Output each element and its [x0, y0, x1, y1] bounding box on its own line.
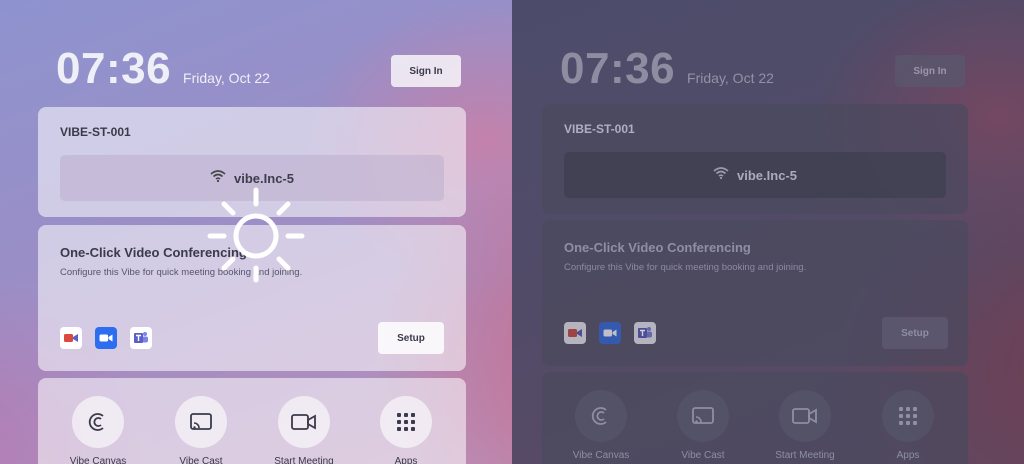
app-start-meeting[interactable]: Start Meeting	[264, 396, 344, 464]
wifi-icon	[210, 169, 226, 187]
app-apps[interactable]: Apps	[868, 390, 948, 461]
teams-rooms-icon	[60, 327, 82, 349]
clock: 07:36 Friday, Oct 22	[560, 44, 774, 94]
cast-icon	[175, 396, 227, 448]
video-conferencing-card: One-Click Video Conferencing Configure t…	[542, 220, 968, 366]
cast-icon	[677, 390, 729, 442]
device-name: VIBE-ST-001	[564, 122, 635, 136]
light-mode-panel: 07:36 Friday, Oct 22 Sign In VIBE-ST-001…	[0, 0, 512, 464]
dark-mode-panel: 07:36 Friday, Oct 22 Sign In VIBE-ST-001…	[512, 0, 1024, 464]
clock-time: 07:36	[560, 44, 676, 93]
teams-rooms-icon	[564, 322, 586, 344]
app-apps[interactable]: Apps	[366, 396, 446, 464]
vibe-canvas-icon	[575, 390, 627, 442]
clock-date: Friday, Oct 22	[687, 70, 774, 86]
zoom-icon	[599, 322, 621, 344]
app-label: Start Meeting	[775, 450, 835, 461]
conferencing-description: Configure this Vibe for quick meeting bo…	[564, 262, 807, 273]
zoom-icon	[95, 327, 117, 349]
wifi-network-name: vibe.Inc-5	[234, 170, 294, 186]
app-vibe-cast[interactable]: Vibe Cast	[663, 390, 743, 461]
apps-grid-icon	[380, 396, 432, 448]
device-name: VIBE-ST-001	[60, 125, 131, 139]
app-vibe-canvas[interactable]: Vibe Canvas	[561, 390, 641, 461]
video-camera-icon	[779, 390, 831, 442]
app-vibe-canvas[interactable]: Vibe Canvas	[58, 396, 138, 464]
wifi-network-bar[interactable]: vibe.Inc-5	[564, 152, 946, 198]
teams-icon	[634, 322, 656, 344]
app-label: Apps	[896, 450, 920, 461]
setup-button[interactable]: Setup	[882, 317, 948, 349]
device-card: VIBE-ST-001 vibe.Inc-5	[542, 104, 968, 214]
app-vibe-cast[interactable]: Vibe Cast	[161, 396, 241, 464]
conferencing-app-icons	[564, 322, 656, 344]
sun-icon	[206, 186, 306, 291]
clock-date: Friday, Oct 22	[183, 70, 270, 86]
quick-apps-card: Vibe Canvas Vibe Cast Start Meeting Apps	[542, 372, 968, 464]
app-label: Vibe Canvas	[572, 450, 630, 461]
conferencing-app-icons	[60, 327, 152, 349]
sign-in-button[interactable]: Sign In	[391, 55, 461, 87]
vibe-canvas-icon	[72, 396, 124, 448]
quick-apps-card: Vibe Canvas Vibe Cast Start Meeting Apps	[38, 378, 466, 464]
clock: 07:36 Friday, Oct 22	[56, 44, 270, 94]
app-label: Vibe Cast	[179, 456, 223, 464]
wifi-network-name: vibe.Inc-5	[737, 167, 797, 183]
app-start-meeting[interactable]: Start Meeting	[765, 390, 845, 461]
sign-in-button[interactable]: Sign In	[895, 55, 965, 87]
clock-time: 07:36	[56, 44, 172, 93]
conferencing-title: One-Click Video Conferencing	[564, 240, 751, 255]
setup-button[interactable]: Setup	[378, 322, 444, 354]
app-label: Vibe Cast	[681, 450, 725, 461]
wifi-icon	[713, 166, 729, 184]
apps-grid-icon	[882, 390, 934, 442]
app-label: Vibe Canvas	[69, 456, 127, 464]
app-label: Start Meeting	[274, 456, 334, 464]
app-label: Apps	[394, 456, 418, 464]
teams-icon	[130, 327, 152, 349]
video-camera-icon	[278, 396, 330, 448]
